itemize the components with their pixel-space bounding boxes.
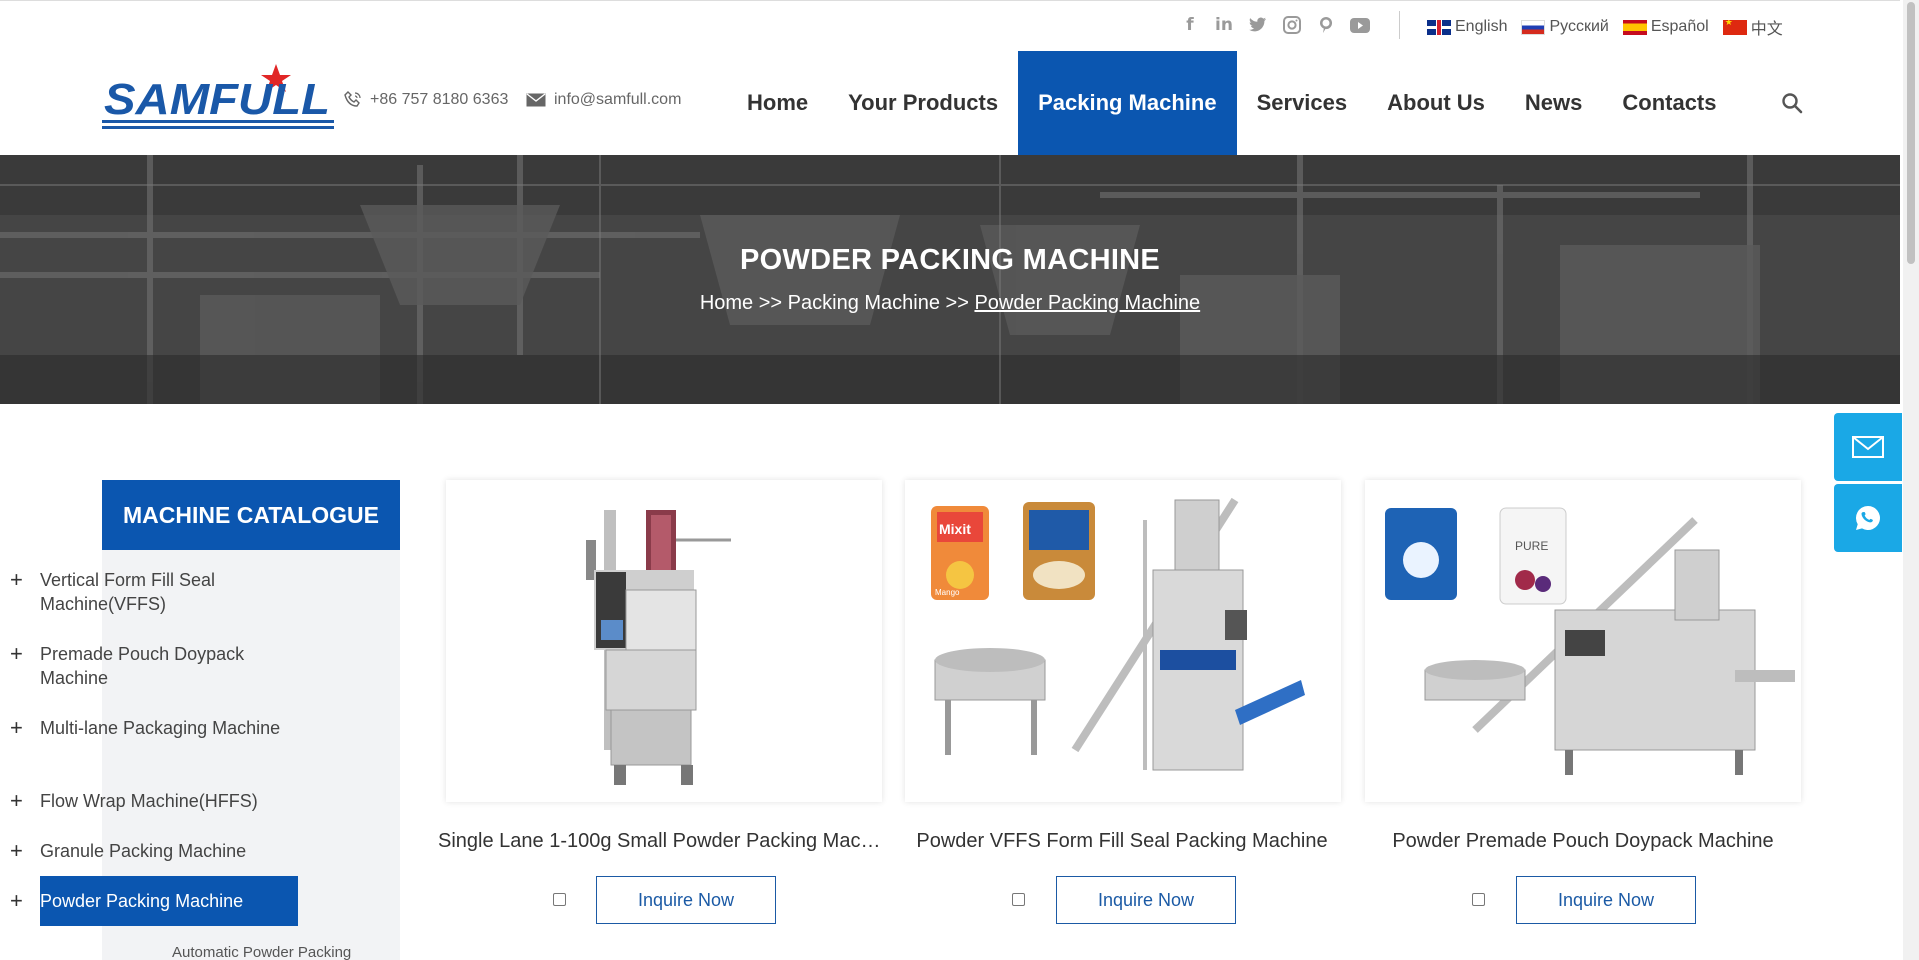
- breadcrumb: Home >> Packing Machine >> Powder Packin…: [0, 292, 1900, 315]
- lang-english[interactable]: English: [1427, 15, 1507, 39]
- hero-banner: [0, 155, 1900, 404]
- product-image-powder-vffs[interactable]: Mixit Mango: [905, 480, 1341, 802]
- page: f in English Русский Español 中文: [0, 0, 1919, 960]
- lang-label: 中文: [1750, 21, 1783, 38]
- breadcrumb-packing-machine[interactable]: Packing Machine: [788, 292, 940, 314]
- nav-home[interactable]: Home: [727, 51, 828, 155]
- search-icon[interactable]: [1781, 92, 1803, 114]
- nav-packing-machine[interactable]: Packing Machine: [1018, 51, 1237, 155]
- twitter-icon[interactable]: [1248, 15, 1268, 35]
- pack-label: Mango: [935, 588, 960, 597]
- youtube-icon[interactable]: [1350, 15, 1370, 35]
- nav-services[interactable]: Services: [1237, 51, 1368, 155]
- compare-checkbox[interactable]: [1012, 893, 1025, 906]
- email-address: info@samfull.com: [554, 91, 682, 108]
- facebook-icon[interactable]: f: [1180, 15, 1200, 35]
- expand-plus-icon[interactable]: +: [10, 789, 23, 813]
- breadcrumb-separator: >>: [758, 292, 783, 314]
- phone-contact[interactable]: +86 757 8180 6363: [344, 91, 508, 109]
- phone-icon: [344, 91, 361, 107]
- product-title[interactable]: Powder VFFS Form Fill Seal Packing Machi…: [896, 830, 1348, 853]
- lang-spanish[interactable]: Español: [1622, 15, 1709, 39]
- scrollbar-thumb[interactable]: [1907, 2, 1915, 264]
- pack-label: Mixit: [939, 521, 971, 537]
- breadcrumb-separator: >>: [945, 292, 969, 314]
- inquire-now-button[interactable]: Inquire Now: [596, 876, 776, 924]
- whatsapp-icon: [1855, 505, 1880, 530]
- page-scrollbar[interactable]: [1903, 0, 1919, 960]
- email-float-button[interactable]: [1834, 413, 1902, 481]
- compare-checkbox[interactable]: [1472, 893, 1485, 906]
- language-switcher: English Русский Español 中文: [1427, 15, 1783, 39]
- whatsapp-float-button[interactable]: [1834, 484, 1902, 552]
- envelope-icon: [1852, 436, 1884, 458]
- linkedin-icon[interactable]: in: [1214, 15, 1234, 35]
- breadcrumb-current[interactable]: Powder Packing Machine: [974, 292, 1200, 314]
- lang-label: English: [1455, 18, 1508, 35]
- expand-plus-icon[interactable]: +: [10, 889, 23, 913]
- product-image-small-powder-machine[interactable]: [446, 480, 882, 802]
- lang-chinese[interactable]: 中文: [1722, 15, 1783, 39]
- pinterest-icon[interactable]: [1316, 15, 1336, 35]
- catalogue-subitem[interactable]: Automatic Powder Packing: [172, 944, 351, 960]
- factory-background-image: [0, 155, 1900, 404]
- uk-flag-icon: [1427, 19, 1451, 35]
- catalogue-item-label: Vertical Form Fill Seal Machine(VFFS): [40, 570, 216, 614]
- nav-about-us[interactable]: About Us: [1367, 51, 1505, 155]
- topbar-divider: [1399, 11, 1400, 39]
- nav-your-products[interactable]: Your Products: [828, 51, 1018, 155]
- lang-label: Español: [1650, 18, 1709, 35]
- nav-contacts[interactable]: Contacts: [1602, 51, 1736, 155]
- logo-text: SAMFULL: [104, 75, 330, 124]
- nav-news[interactable]: News: [1505, 51, 1602, 155]
- social-links: f in: [1180, 15, 1370, 35]
- inquire-now-button[interactable]: Inquire Now: [1056, 876, 1236, 924]
- breadcrumb-home[interactable]: Home: [700, 292, 753, 314]
- pack-label: PURE: [1515, 539, 1548, 553]
- expand-plus-icon[interactable]: +: [10, 839, 23, 863]
- lang-label: Русский: [1549, 18, 1609, 35]
- mail-icon: [526, 93, 546, 107]
- catalogue-item-label: Multi-lane Packaging Machine: [40, 718, 281, 738]
- spain-flag-icon: [1622, 19, 1647, 35]
- expand-plus-icon[interactable]: +: [10, 716, 23, 740]
- catalogue-item-label: Granule Packing Machine: [40, 841, 247, 861]
- inquire-now-button[interactable]: Inquire Now: [1516, 876, 1696, 924]
- expand-plus-icon[interactable]: +: [10, 568, 23, 592]
- catalogue-heading: MACHINE CATALOGUE: [102, 480, 400, 550]
- instagram-icon[interactable]: [1282, 15, 1302, 35]
- product-title[interactable]: Powder Premade Pouch Doypack Machine: [1357, 830, 1809, 853]
- china-flag-icon: [1722, 19, 1747, 35]
- top-bar: f in English Русский Español 中文: [0, 0, 1900, 48]
- product-title[interactable]: Single Lane 1-100g Small Powder Packing …: [438, 830, 890, 853]
- catalogue-item-label: Flow Wrap Machine(HFFS): [40, 791, 258, 811]
- catalogue-item-label: Premade Pouch Doypack Machine: [40, 644, 245, 688]
- email-contact[interactable]: info@samfull.com: [526, 91, 681, 109]
- lang-russian[interactable]: Русский: [1521, 15, 1609, 39]
- catalogue-item-label: Powder Packing Machine: [40, 876, 298, 926]
- phone-number: +86 757 8180 6363: [370, 91, 509, 108]
- samfull-logo[interactable]: SAMFULL: [102, 64, 334, 134]
- main-nav: Home Your Products Packing Machine Servi…: [727, 51, 1737, 155]
- expand-plus-icon[interactable]: +: [10, 642, 23, 666]
- compare-checkbox[interactable]: [553, 893, 566, 906]
- product-image-premade-pouch[interactable]: PURE: [1365, 480, 1801, 802]
- page-title: POWDER PACKING MACHINE: [739, 244, 1161, 276]
- russia-flag-icon: [1521, 19, 1546, 35]
